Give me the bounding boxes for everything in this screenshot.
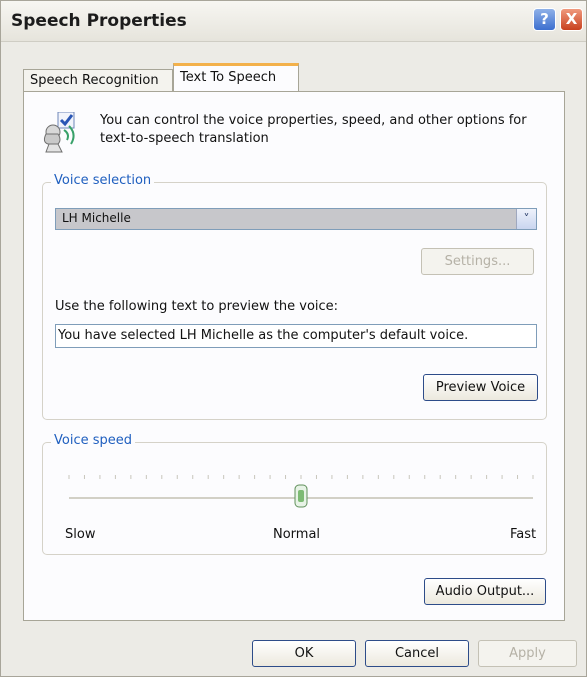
speed-normal-label: Normal xyxy=(273,527,321,542)
voice-selection-group: Voice selection LH Michelle ˅ Settings..… xyxy=(42,173,547,420)
voice-speed-group: Voice speed Slow Normal Fast xyxy=(42,433,547,555)
window-title: Speech Properties xyxy=(11,11,187,31)
title-bar[interactable]: Speech Properties ? X xyxy=(1,1,586,42)
preview-prompt-label: Use the following text to preview the vo… xyxy=(55,299,339,314)
settings-button[interactable]: Settings... xyxy=(421,248,534,275)
chevron-down-icon[interactable]: ˅ xyxy=(516,209,536,229)
close-icon: X xyxy=(565,10,578,28)
ok-button[interactable]: OK xyxy=(252,640,356,667)
help-button[interactable]: ? xyxy=(533,8,556,31)
tab-speech-recognition[interactable]: Speech Recognition xyxy=(23,69,173,92)
help-icon: ? xyxy=(540,10,549,28)
slider-thumb[interactable] xyxy=(294,484,308,508)
voice-dropdown[interactable]: LH Michelle ˅ xyxy=(55,208,537,230)
voice-selection-label: Voice selection xyxy=(51,173,155,188)
info-description: You can control the voice properties, sp… xyxy=(100,113,527,146)
tab-panel-text-to-speech: You can control the voice properties, sp… xyxy=(23,91,565,621)
apply-button[interactable]: Apply xyxy=(478,640,577,667)
preview-voice-button[interactable]: Preview Voice xyxy=(423,374,538,401)
speech-properties-window: Speech Properties ? X Speech Recognition… xyxy=(0,0,587,677)
speech-assistant-icon xyxy=(43,112,75,153)
audio-output-button[interactable]: Audio Output... xyxy=(424,578,546,605)
close-button[interactable]: X xyxy=(560,8,583,31)
slider-ticks xyxy=(68,475,534,479)
speed-slow-label: Slow xyxy=(65,527,96,542)
preview-text-field[interactable]: You have selected LH Michelle as the com… xyxy=(55,324,537,348)
cancel-button[interactable]: Cancel xyxy=(365,640,469,667)
voice-dropdown-value: LH Michelle xyxy=(62,211,131,225)
tab-text-to-speech[interactable]: Text To Speech xyxy=(173,63,299,93)
speed-fast-label: Fast xyxy=(510,527,537,542)
